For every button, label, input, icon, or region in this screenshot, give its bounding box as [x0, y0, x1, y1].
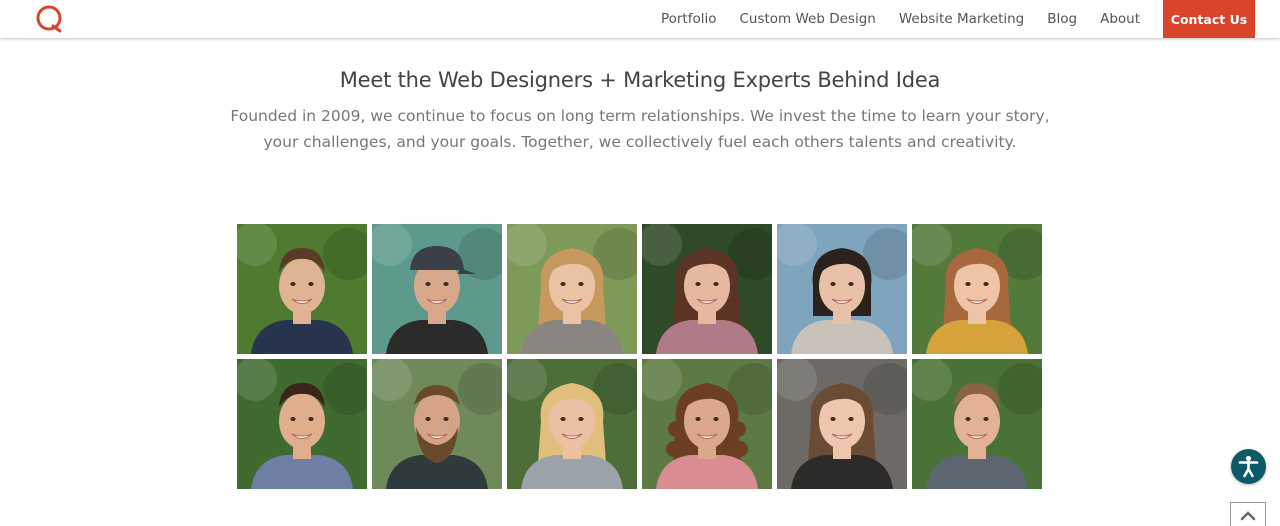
team-member-photo[interactable] [912, 359, 1042, 489]
team-member-photo[interactable] [237, 359, 367, 489]
team-member-photo[interactable] [372, 359, 502, 489]
intro-paragraph: Founded in 2009, we continue to focus on… [230, 107, 1050, 151]
portrait-illustration [912, 359, 1042, 489]
portrait-illustration [372, 359, 502, 489]
nav-link-custom-web-design[interactable]: Custom Web Design [739, 11, 875, 27]
portrait-illustration [777, 359, 907, 489]
team-member-photo[interactable] [372, 224, 502, 354]
portrait-illustration [642, 224, 772, 354]
nav-link-about[interactable]: About [1100, 11, 1140, 27]
portrait-illustration [912, 224, 1042, 354]
team-member-photo[interactable] [642, 224, 772, 354]
team-member-photo[interactable] [777, 359, 907, 489]
team-member-photo[interactable] [237, 224, 367, 354]
chevron-up-icon [1240, 511, 1256, 521]
scroll-to-top-button[interactable] [1230, 502, 1266, 526]
main-menu: Portfolio Custom Web Design Website Mark… [661, 0, 1255, 38]
nav-link-blog[interactable]: Blog [1047, 11, 1077, 27]
portrait-illustration [237, 224, 367, 354]
portrait-illustration [372, 224, 502, 354]
portrait-illustration [507, 359, 637, 489]
team-member-photo[interactable] [777, 224, 907, 354]
contact-us-button[interactable]: Contact Us [1163, 0, 1255, 38]
portrait-illustration [777, 224, 907, 354]
team-member-photo[interactable] [507, 359, 637, 489]
team-intro-section: Meet the Web Designers + Marketing Exper… [0, 68, 1280, 155]
idea-logo[interactable] [34, 4, 64, 34]
team-member-photo[interactable] [507, 224, 637, 354]
page-title: Meet the Web Designers + Marketing Exper… [339, 68, 941, 92]
nav-link-website-marketing[interactable]: Website Marketing [899, 11, 1024, 27]
team-member-photo[interactable] [642, 359, 772, 489]
team-photo-grid [237, 224, 1043, 489]
portrait-illustration [507, 224, 637, 354]
portrait-illustration [237, 359, 367, 489]
portrait-illustration [642, 359, 772, 489]
nav-link-portfolio[interactable]: Portfolio [661, 11, 717, 27]
accessibility-icon [1238, 455, 1259, 478]
accessibility-widget-button[interactable] [1231, 449, 1266, 484]
top-navigation-bar: Portfolio Custom Web Design Website Mark… [0, 0, 1280, 38]
team-member-photo[interactable] [912, 224, 1042, 354]
